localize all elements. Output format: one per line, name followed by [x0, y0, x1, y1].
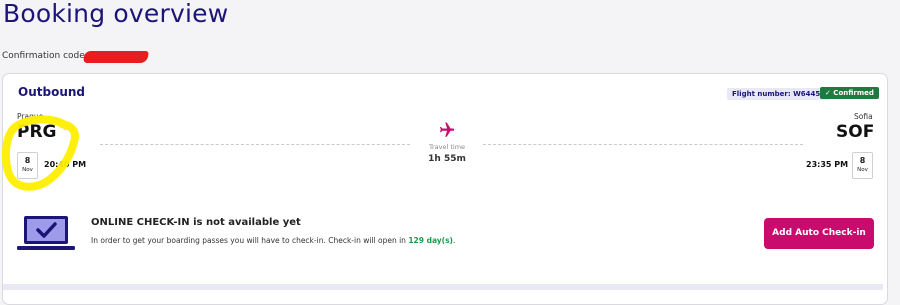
travel-time-value: 1h 55m — [428, 154, 466, 164]
page-title: Booking overview — [3, 0, 229, 28]
departure-date: 8 Nov — [17, 152, 38, 179]
route-line-left — [100, 144, 410, 145]
arrival-airport-code: SOF — [836, 122, 875, 142]
next-card-edge — [3, 284, 883, 290]
redaction-mark — [83, 51, 149, 63]
checkin-info-text: In order to get your boarding passes you… — [91, 236, 455, 245]
arrival-date: 8 Nov — [852, 152, 873, 179]
departure-time: 20:40 PM — [44, 160, 87, 169]
arrival-time: 23:35 PM — [806, 160, 849, 169]
departure-month: Nov — [22, 167, 33, 173]
status-badge: ✓ Confirmed — [820, 87, 879, 99]
arrival-day: 8 — [859, 156, 866, 165]
departure-airport-code: PRG — [17, 122, 57, 142]
plane-icon — [440, 122, 455, 137]
checkin-days-remaining: 129 day(s) — [408, 236, 453, 245]
laptop-check-icon — [17, 216, 75, 250]
outbound-flight-card: Outbound Flight number: W64450 ✓ Confirm… — [2, 73, 888, 305]
add-auto-checkin-button[interactable]: Add Auto Check-in — [764, 218, 874, 249]
confirmation-code-label: Confirmation code: — [2, 51, 88, 61]
checkin-info-before: In order to get your boarding passes you… — [91, 236, 409, 245]
travel-time-label: Travel time — [428, 143, 466, 151]
checkin-status-title: ONLINE CHECK-IN is not available yet — [91, 217, 301, 228]
section-title-outbound: Outbound — [18, 85, 85, 99]
arrival-city: Sofia — [854, 112, 873, 121]
departure-day: 8 — [24, 156, 31, 165]
arrival-month: Nov — [857, 167, 868, 173]
checkin-info-after: . — [453, 236, 456, 245]
route-line-right — [483, 144, 803, 145]
flight-number-badge: Flight number: W64450 — [727, 88, 831, 100]
departure-city: Prague — [17, 112, 44, 121]
